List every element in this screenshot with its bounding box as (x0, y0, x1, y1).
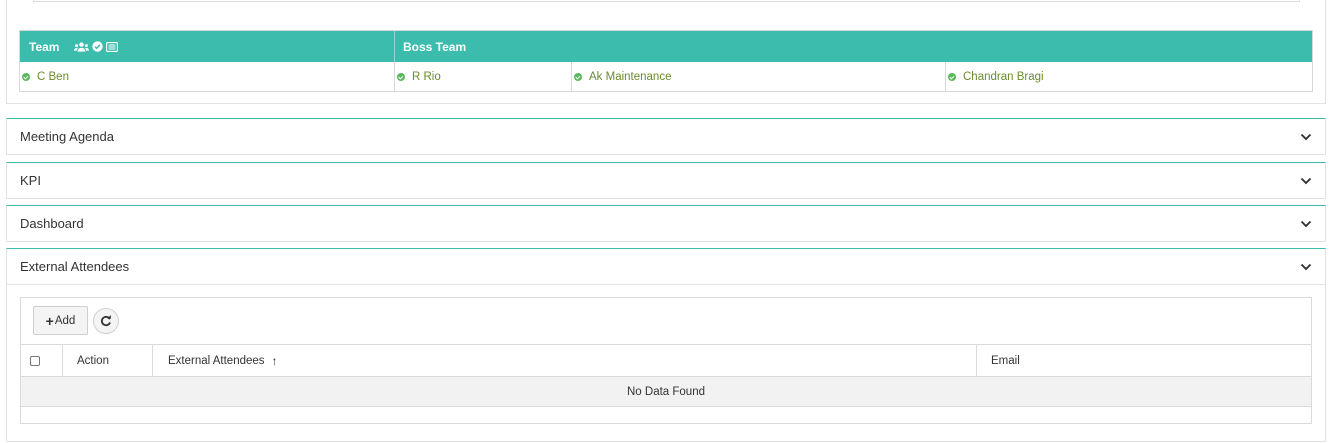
team-member-cell[interactable]: C Ben (20, 62, 395, 92)
team-table-header: Team Boss Team (20, 31, 1312, 62)
add-button-label: Add (54, 314, 76, 327)
external-attendees-grid: + Add Action External Attendees ↑ Email … (20, 297, 1312, 424)
list-icon[interactable] (106, 41, 119, 52)
column-header-email[interactable]: Email (977, 345, 1311, 376)
top-field-edge (33, 0, 1300, 2)
accordion-title: External Attendees (20, 259, 130, 274)
boss-team-header-label: Boss Team (403, 39, 467, 54)
chevron-down-icon[interactable] (1300, 263, 1312, 271)
member-name: C Ben (37, 71, 69, 83)
plus-icon: + (45, 312, 54, 329)
accordion-meeting-agenda[interactable]: Meeting Agenda (6, 118, 1326, 155)
add-button[interactable]: + Add (33, 306, 88, 335)
chevron-down-icon[interactable] (1300, 220, 1312, 228)
empty-state-message: No Data Found (627, 385, 705, 398)
accordion-external-attendees[interactable]: External Attendees (6, 248, 1326, 285)
accordion-title: Dashboard (20, 216, 84, 231)
users-icon[interactable] (74, 41, 90, 52)
grid-header-row: Action External Attendees ↑ Email (21, 344, 1311, 377)
accordion-title: Meeting Agenda (20, 129, 114, 144)
team-header-label: Team (29, 39, 60, 54)
chevron-down-icon[interactable] (1300, 177, 1312, 185)
boss-team-header-cell: Boss Team (395, 31, 1312, 62)
empty-state-row: No Data Found (21, 377, 1311, 407)
select-all-checkbox[interactable] (30, 355, 40, 366)
check-circle-icon (397, 73, 405, 81)
team-header-icons (74, 41, 119, 52)
select-all-cell (21, 345, 63, 376)
grid-toolbar: + Add (21, 298, 1311, 344)
check-circle-icon[interactable] (92, 41, 104, 52)
boss-member-cell[interactable]: R Rio (395, 62, 572, 92)
team-table: Team Boss Team C Ben R Rio Ak Maintenanc… (19, 30, 1313, 92)
column-header-label: External Attendees (168, 354, 265, 367)
team-member-row: C Ben R Rio Ak Maintenance Chandran Brag… (20, 62, 1312, 92)
member-name: Ak Maintenance (589, 71, 672, 83)
accordion-title: KPI (20, 173, 41, 188)
check-circle-icon (948, 73, 956, 81)
sort-ascending-icon: ↑ (271, 353, 278, 368)
column-header-action[interactable]: Action (63, 345, 153, 376)
refresh-icon (100, 315, 111, 327)
team-header-cell: Team (20, 31, 395, 62)
chevron-down-icon[interactable] (1300, 133, 1312, 141)
boss-member-cell[interactable]: Chandran Bragi (946, 62, 1312, 92)
check-circle-icon (22, 73, 30, 81)
member-name: R Rio (412, 71, 441, 83)
column-header-label: Action (77, 354, 109, 367)
member-name: Chandran Bragi (963, 71, 1044, 83)
column-header-label: Email (991, 354, 1020, 367)
refresh-button[interactable] (93, 308, 119, 334)
accordion-dashboard[interactable]: Dashboard (6, 205, 1326, 242)
check-circle-icon (574, 73, 582, 81)
boss-member-cell[interactable]: Ak Maintenance (572, 62, 946, 92)
column-header-external-attendees[interactable]: External Attendees ↑ (153, 345, 977, 376)
accordion-kpi[interactable]: KPI (6, 162, 1326, 199)
